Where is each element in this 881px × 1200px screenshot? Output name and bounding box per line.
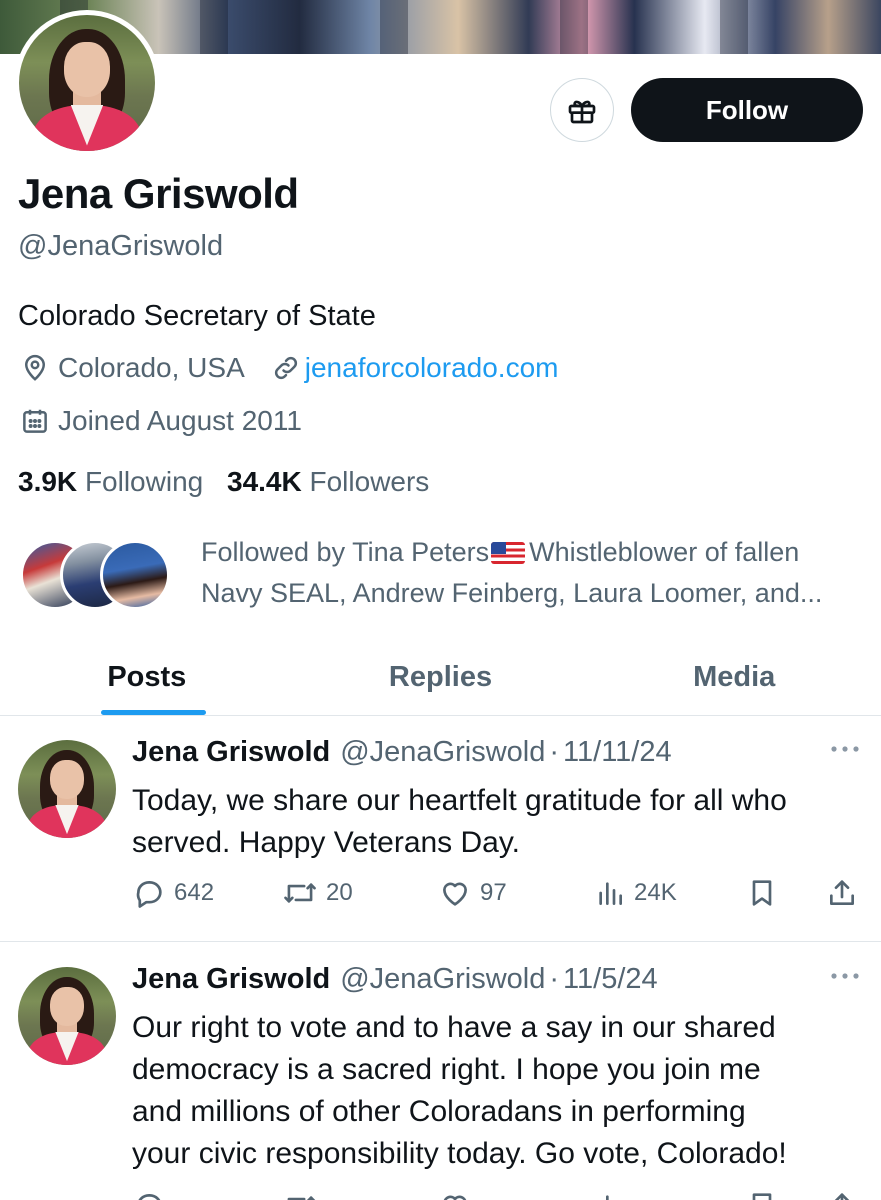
profile-bio: Colorado Secretary of State	[18, 300, 376, 332]
tweet-header: Jena Griswold @JenaGriswold · 11/5/24	[132, 963, 658, 996]
tweet[interactable]: Jena Griswold @JenaGriswold · 11/11/24 T…	[0, 716, 881, 942]
more-icon[interactable]	[830, 971, 860, 981]
views-icon	[606, 1195, 609, 1200]
tweet-avatar[interactable]	[18, 967, 116, 1065]
views-button[interactable]	[594, 1189, 626, 1200]
followed-by-avatars[interactable]	[20, 540, 190, 610]
share-button[interactable]	[826, 1189, 858, 1200]
views-count: 24K	[634, 879, 677, 906]
tweet-author-name[interactable]: Jena Griswold	[132, 963, 330, 996]
gift-button[interactable]	[550, 78, 614, 142]
tweet[interactable]: Jena Griswold @JenaGriswold · 11/5/24 Ou…	[0, 943, 881, 1200]
tweet-avatar[interactable]	[18, 740, 116, 838]
share-icon	[830, 880, 854, 905]
retweet-count: 20	[326, 879, 353, 906]
link-icon	[274, 356, 297, 380]
tweet-text: Our right to vote and to have a say in o…	[132, 1011, 787, 1170]
profile-joined-row: Joined August 2011	[20, 405, 302, 437]
views-button[interactable]: 24K	[594, 876, 677, 910]
tab-posts[interactable]: Posts	[0, 640, 294, 715]
share-icon	[834, 1193, 850, 1200]
reply-count: 642	[174, 879, 215, 906]
reply-icon	[138, 1194, 161, 1200]
bookmark-button[interactable]	[746, 876, 778, 910]
tweet-actions: 642 20 97 24K	[132, 876, 862, 916]
follow-button[interactable]: Follow	[631, 78, 863, 142]
profile-handle: @JenaGriswold	[18, 230, 224, 262]
tweet-date[interactable]: 11/5/24	[563, 963, 658, 996]
tweet-author-name[interactable]: Jena Griswold	[132, 736, 330, 769]
profile-tabs: Posts Replies Media	[0, 640, 881, 716]
active-tab-indicator	[101, 710, 206, 715]
followed-by-text[interactable]: Followed by Tina Peters Whistleblower of …	[201, 532, 871, 614]
like-icon	[443, 882, 467, 906]
reply-icon	[136, 881, 162, 908]
tweet-header: Jena Griswold @JenaGriswold · 11/11/24	[132, 736, 672, 769]
profile-location: Colorado, USA	[58, 352, 245, 383]
profile-website-link[interactable]: jenaforcolorado.com	[305, 352, 559, 384]
retweet-button[interactable]	[282, 1189, 318, 1200]
like-icon	[443, 1195, 467, 1200]
following-link[interactable]: 3.9K Following	[18, 466, 203, 497]
bookmark-icon	[752, 880, 772, 906]
reply-button[interactable]: 642	[132, 876, 214, 910]
tweet-author-handle[interactable]: @JenaGriswold	[340, 736, 545, 769]
share-button[interactable]	[826, 876, 858, 910]
retweet-icon	[287, 1196, 316, 1200]
tab-replies[interactable]: Replies	[294, 640, 588, 715]
tweet-text: Today, we share our heartfelt gratitude …	[132, 784, 787, 859]
more-icon[interactable]	[830, 744, 860, 754]
calendar-icon	[23, 409, 47, 433]
tweet-date[interactable]: 11/11/24	[563, 736, 672, 769]
like-count: 97	[480, 879, 507, 906]
reply-button[interactable]	[132, 1189, 166, 1200]
tweet-author-handle[interactable]: @JenaGriswold	[340, 963, 545, 996]
retweet-icon	[284, 883, 316, 903]
tab-media[interactable]: Media	[587, 640, 881, 715]
us-flag-icon	[491, 542, 526, 564]
bookmark-button[interactable]	[746, 1189, 778, 1200]
retweet-button[interactable]: 20	[282, 876, 353, 910]
avatar	[100, 540, 170, 610]
like-button[interactable]	[438, 1189, 472, 1200]
profile-joined: Joined August 2011	[58, 405, 302, 436]
profile-counts: 3.9K Following 34.4K Followers	[18, 466, 429, 498]
bookmark-icon	[752, 1193, 772, 1200]
views-icon	[599, 882, 622, 905]
profile-avatar[interactable]	[14, 10, 160, 156]
like-button[interactable]: 97	[438, 876, 507, 910]
tweet-actions	[132, 1189, 862, 1200]
location-pin-icon	[24, 354, 46, 381]
followers-link[interactable]: 34.4K Followers	[227, 466, 429, 497]
gift-icon	[568, 100, 596, 124]
profile-name: Jena Griswold	[18, 170, 299, 217]
profile-location-row: Colorado, USA jenaforcolorado.com	[20, 352, 558, 384]
